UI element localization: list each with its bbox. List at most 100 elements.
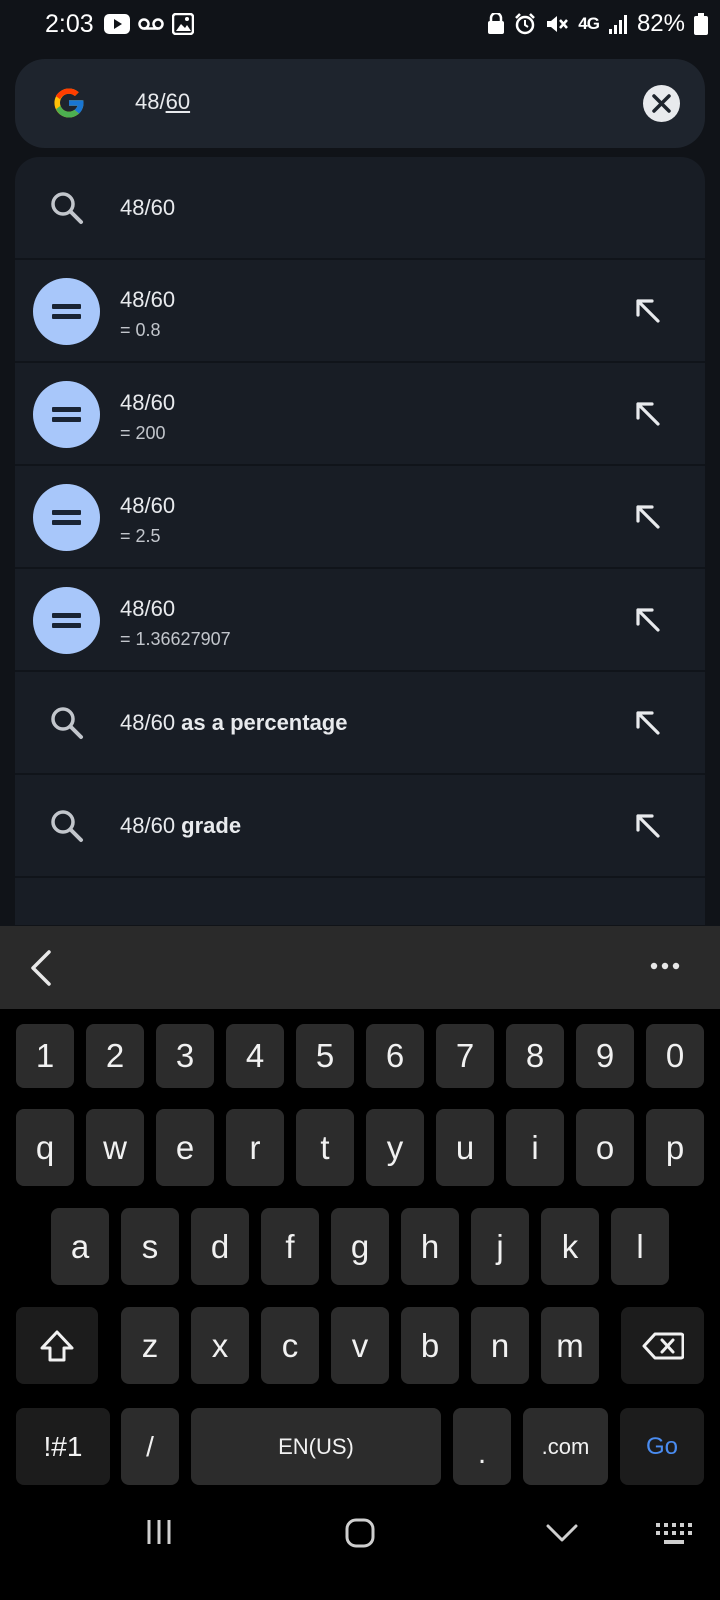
calculation-result: = 200 [120, 423, 166, 443]
more-options-icon[interactable] [650, 962, 680, 970]
status-bar: 2:03 4G 82% [0, 0, 720, 52]
home-icon[interactable] [345, 1518, 375, 1548]
signal-icon [608, 15, 627, 34]
go-key[interactable]: Go [620, 1408, 704, 1485]
key-9[interactable]: 9 [576, 1024, 634, 1088]
key-4[interactable]: 4 [226, 1024, 284, 1088]
battery-icon [694, 13, 708, 35]
suggestion-title: 48/60 [120, 195, 176, 220]
search-icon [51, 810, 83, 842]
alarm-icon [515, 13, 536, 35]
hide-keyboard-icon[interactable] [546, 1524, 578, 1542]
key-t[interactable]: t [296, 1109, 354, 1186]
calculator-equals-icon [33, 278, 100, 345]
suggestion-row[interactable]: 48/60 = 200 [15, 363, 705, 466]
key-1[interactable]: 1 [16, 1024, 74, 1088]
space-bar[interactable]: EN(US) [191, 1408, 441, 1485]
calculation-result: = 2.5 [120, 526, 161, 546]
fill-query-arrow-icon[interactable] [635, 710, 661, 736]
suggestion-title: 48/60 as a percentage [120, 710, 347, 736]
suggestion-title-plain: 48/60 [120, 813, 182, 838]
suggestion-row[interactable]: 48/60 = 0.8 [15, 260, 705, 363]
suggestion-title: 48/60 [120, 390, 176, 415]
key-6[interactable]: 6 [366, 1024, 424, 1088]
key-b[interactable]: b [401, 1307, 459, 1384]
suggestion-title: 48/60 grade [120, 813, 241, 839]
symbols-key[interactable]: !#1 [16, 1408, 110, 1485]
keyboard-toolbar [0, 926, 720, 1009]
key-x[interactable]: x [191, 1307, 249, 1384]
key-h[interactable]: h [401, 1208, 459, 1285]
backspace-icon [642, 1332, 684, 1359]
google-logo-icon[interactable] [51, 85, 87, 121]
key-q[interactable]: q [16, 1109, 74, 1186]
notification-icons [104, 13, 194, 35]
key-3[interactable]: 3 [156, 1024, 214, 1088]
key-v[interactable]: v [331, 1307, 389, 1384]
key-period[interactable]: . [453, 1408, 511, 1485]
fill-query-arrow-icon[interactable] [635, 607, 661, 633]
key-f[interactable]: f [261, 1208, 319, 1285]
key-k[interactable]: k [541, 1208, 599, 1285]
key-i[interactable]: i [506, 1109, 564, 1186]
fill-query-arrow-icon[interactable] [635, 298, 661, 324]
shift-key[interactable] [16, 1307, 98, 1384]
key-c[interactable]: c [261, 1307, 319, 1384]
fill-query-arrow-icon[interactable] [635, 813, 661, 839]
suggestion-title: 48/60 [120, 493, 176, 518]
key-l[interactable]: l [611, 1208, 669, 1285]
key-j[interactable]: j [471, 1208, 529, 1285]
key-p[interactable]: p [646, 1109, 704, 1186]
key-5[interactable]: 5 [296, 1024, 354, 1088]
status-time: 2:03 [45, 10, 94, 38]
calculation-result: = 1.36627907 [120, 629, 231, 649]
suggestion-row[interactable]: 48/60 grade [15, 775, 705, 878]
key-0[interactable]: 0 [646, 1024, 704, 1088]
suggestion-row[interactable]: 48/60 = 1.36627907 [15, 569, 705, 672]
calculation-result: = 0.8 [120, 320, 161, 340]
suggestion-row[interactable]: 48/60 as a percentage [15, 672, 705, 775]
suggestion-row[interactable]: 48/60 = 2.5 [15, 466, 705, 569]
lock-icon [488, 13, 505, 34]
search-input[interactable]: 48/60 [135, 89, 190, 115]
youtube-icon [104, 14, 130, 34]
key-s[interactable]: s [121, 1208, 179, 1285]
key-dotcom[interactable]: .com [523, 1408, 608, 1485]
keyboard-switch-icon[interactable] [655, 1522, 693, 1548]
key-d[interactable]: d [191, 1208, 249, 1285]
clear-button[interactable] [643, 85, 680, 122]
search-bar[interactable]: 48/60 [15, 59, 705, 148]
key-e[interactable]: e [156, 1109, 214, 1186]
key-o[interactable]: o [576, 1109, 634, 1186]
key-z[interactable]: z [121, 1307, 179, 1384]
key-a[interactable]: a [51, 1208, 109, 1285]
system-icons: 4G 82% [487, 10, 708, 38]
key-8[interactable]: 8 [506, 1024, 564, 1088]
suggestion-title-plain: 48/60 [120, 710, 182, 735]
key-y[interactable]: y [366, 1109, 424, 1186]
backspace-key[interactable] [621, 1307, 704, 1384]
calculator-equals-icon [33, 381, 100, 448]
query-text: 48/ [135, 89, 166, 114]
chevron-left-icon[interactable] [30, 950, 52, 986]
search-icon [51, 192, 83, 224]
fill-query-arrow-icon[interactable] [635, 401, 661, 427]
suggestion-row[interactable]: 48/60 [15, 157, 705, 260]
key-2[interactable]: 2 [86, 1024, 144, 1088]
mute-icon [547, 16, 569, 32]
fill-query-arrow-icon[interactable] [635, 504, 661, 530]
key-n[interactable]: n [471, 1307, 529, 1384]
key-u[interactable]: u [436, 1109, 494, 1186]
recent-apps-icon[interactable] [145, 1518, 173, 1546]
key-w[interactable]: w [86, 1109, 144, 1186]
key-r[interactable]: r [226, 1109, 284, 1186]
query-composing-text: 60 [165, 89, 191, 114]
search-icon [51, 707, 83, 739]
suggestion-title-completion: as a percentage [181, 710, 348, 735]
key-slash[interactable]: / [121, 1408, 179, 1485]
suggestions-list: 48/60 48/60 = 0.8 48/60 = 200 48/60 = 2.… [15, 157, 705, 925]
voicemail-icon [138, 18, 164, 30]
key-g[interactable]: g [331, 1208, 389, 1285]
key-m[interactable]: m [541, 1307, 599, 1384]
key-7[interactable]: 7 [436, 1024, 494, 1088]
